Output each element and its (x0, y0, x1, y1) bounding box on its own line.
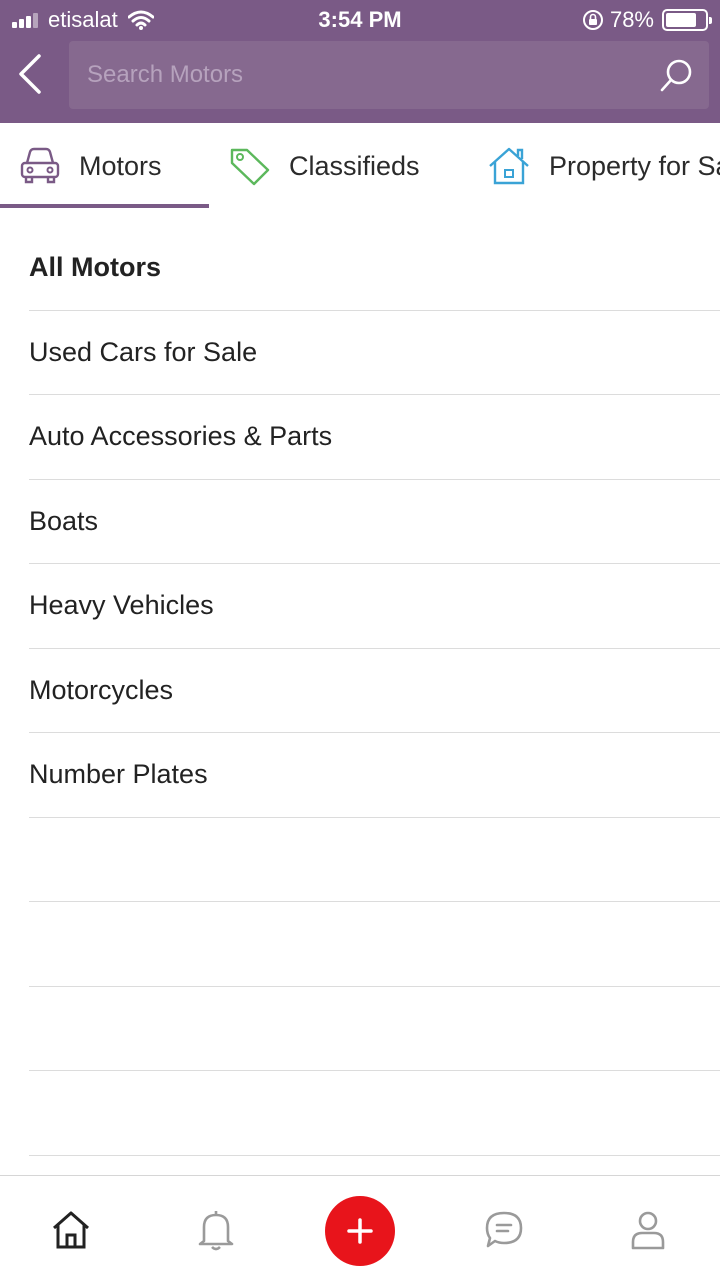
post-ad-button[interactable] (325, 1196, 395, 1266)
car-icon (20, 147, 60, 184)
nav-notifications[interactable] (180, 1194, 252, 1266)
list-item-label: Used Cars for Sale (29, 336, 258, 367)
list-item-used-cars[interactable]: Used Cars for Sale (29, 311, 720, 395)
house-icon (489, 147, 529, 185)
chat-icon (485, 1211, 523, 1248)
list-item-all-motors[interactable]: All Motors (29, 226, 720, 311)
tab-label-classifieds: Classifieds (289, 150, 420, 181)
app-header: etisalat 3:54 PM 78% (0, 0, 720, 123)
list-item-motorcycles[interactable]: Motorcycles (29, 649, 720, 733)
status-right: 78% (582, 7, 712, 33)
list-item-label: Motorcycles (29, 674, 174, 705)
profile-icon (631, 1211, 665, 1250)
list-item-auto-accessories[interactable]: Auto Accessories & Parts (29, 395, 720, 480)
category-tabs: Motors Classifieds Property for Sale (0, 123, 720, 209)
tab-label-motors: Motors (79, 150, 162, 181)
tab-motors[interactable]: Motors (19, 123, 162, 209)
list-item-label: All Motors (29, 252, 161, 283)
list-item-number-plates[interactable]: Number Plates (29, 733, 720, 818)
chevron-left-icon (19, 54, 41, 94)
category-list: All Motors Used Cars for Sale Auto Acces… (0, 226, 720, 1156)
tab-classifieds[interactable]: Classifieds (229, 123, 420, 209)
rotation-lock-icon (582, 10, 603, 30)
home-icon (53, 1211, 89, 1249)
tag-icon (230, 148, 270, 186)
nav-chats[interactable] (468, 1194, 540, 1266)
empty-row (29, 1071, 720, 1156)
nav-home[interactable] (35, 1194, 107, 1266)
list-item-label: Boats (29, 505, 99, 536)
empty-row (29, 902, 720, 987)
bottom-nav (0, 1175, 720, 1280)
list-item-boats[interactable]: Boats (29, 480, 720, 564)
tab-label-property: Property for Sale (549, 150, 720, 181)
tab-property-for-sale[interactable]: Property for Sale (487, 123, 720, 209)
list-item-heavy-vehicles[interactable]: Heavy Vehicles (29, 564, 720, 649)
list-item-label: Number Plates (29, 759, 208, 790)
back-button[interactable] (10, 50, 50, 98)
battery-percent: 78% (609, 7, 654, 32)
search-bar (69, 41, 709, 109)
battery-icon (662, 9, 712, 31)
list-item-label: Heavy Vehicles (29, 590, 214, 621)
nav-profile[interactable] (612, 1194, 684, 1266)
empty-row (29, 987, 720, 1071)
active-tab-indicator (0, 204, 209, 208)
search-icon[interactable] (659, 57, 695, 93)
battery-fill (666, 13, 696, 27)
plus-icon (347, 1218, 373, 1244)
status-bar: etisalat 3:54 PM 78% (0, 0, 720, 40)
search-input[interactable] (69, 41, 649, 109)
empty-row (29, 818, 720, 902)
list-item-label: Auto Accessories & Parts (29, 421, 333, 452)
bell-icon (198, 1211, 234, 1251)
